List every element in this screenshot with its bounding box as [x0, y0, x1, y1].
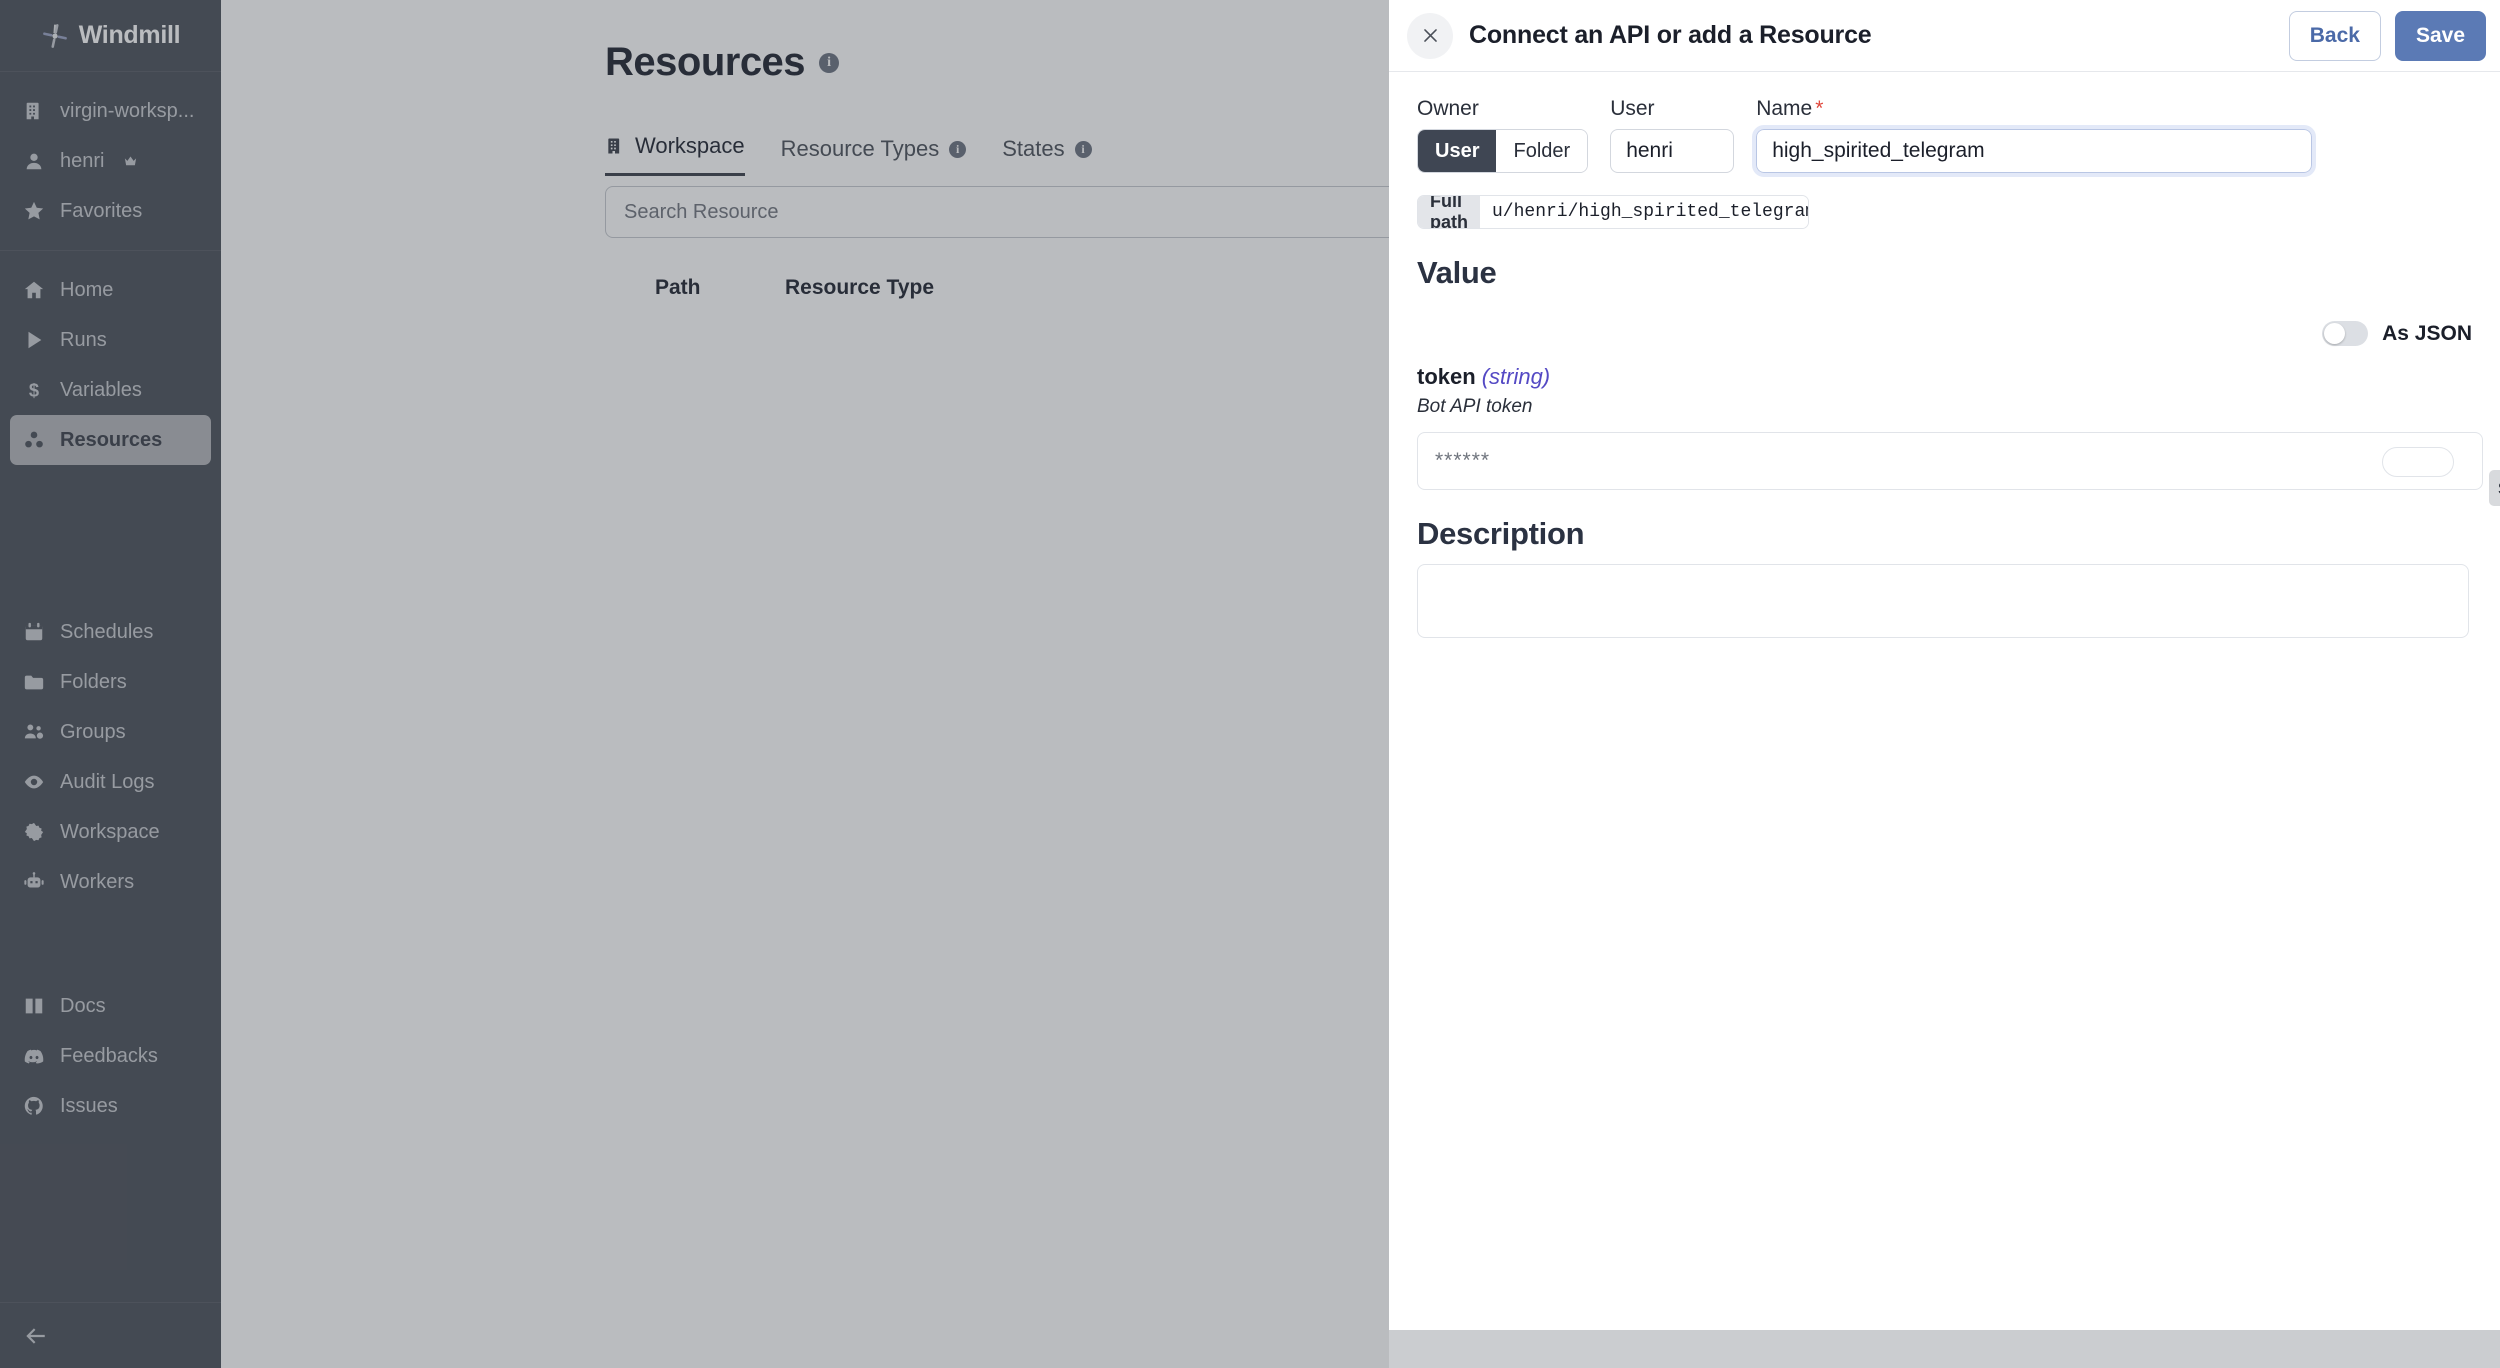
user-field: User — [1610, 97, 1735, 173]
token-masked-value: ****** — [1435, 449, 1491, 472]
name-label: Name * — [1756, 98, 2312, 119]
name-input[interactable] — [1752, 125, 2317, 177]
drawer-header: Connect an API or add a Resource Back Sa… — [1389, 0, 2500, 72]
show-tooltip: show — [2489, 470, 2500, 506]
drawer-bottom-gap — [1389, 1330, 2500, 1368]
as-json-toggle[interactable] — [2322, 321, 2369, 346]
description-section-title: Description — [1417, 516, 1585, 551]
token-input-wrapper[interactable]: ****** — [1417, 432, 2483, 490]
as-json-row: As JSON — [1417, 321, 2472, 346]
close-button[interactable] — [1407, 12, 1453, 59]
connect-api-drawer: Connect an API or add a Resource Back Sa… — [1389, 0, 2500, 1330]
owner-label: Owner — [1417, 97, 1479, 120]
name-field: Name * — [1752, 98, 2317, 177]
property-token-name: token (string) — [1417, 364, 2472, 390]
property-description: Bot API token — [1417, 396, 1533, 417]
owner-option-folder[interactable]: Folder — [1496, 130, 1588, 172]
drawer-title: Connect an API or add a Resource — [1469, 21, 1872, 49]
required-marker: * — [1815, 97, 1824, 120]
back-button[interactable]: Back — [2288, 10, 2381, 61]
description-textarea[interactable] — [1417, 564, 2469, 638]
drawer-body: Owner User Folder User Name* — [1389, 72, 2500, 1330]
full-path-value: u/henri/high_spirited_telegram — [1480, 196, 1808, 228]
user-input[interactable] — [1610, 129, 1735, 173]
token-show-toggle[interactable] — [2382, 447, 2454, 477]
app-root: Windmill virgin-worksp... henri Favorite… — [0, 0, 2500, 1368]
owner-segmented-control: User Folder — [1417, 129, 1589, 173]
toggle-knob — [2324, 323, 2346, 344]
property-name-text: token — [1417, 364, 1476, 389]
owner-user-name-row: Owner User Folder User Name* — [1417, 97, 2472, 177]
owner-field: Owner User Folder — [1417, 97, 1589, 173]
name-label-text: Name — [1756, 97, 1813, 120]
close-icon — [1423, 29, 1437, 42]
save-button[interactable]: Save — [2394, 10, 2486, 61]
property-type-text: (string) — [1481, 364, 1551, 389]
full-path-display: Full path u/henri/high_spirited_telegram — [1417, 195, 1809, 229]
full-path-label: Full path — [1418, 196, 1480, 228]
owner-option-user[interactable]: User — [1418, 130, 1497, 172]
value-section-title: Value — [1417, 255, 1497, 290]
user-label: User — [1610, 97, 1655, 120]
as-json-label: As JSON — [2382, 321, 2472, 345]
